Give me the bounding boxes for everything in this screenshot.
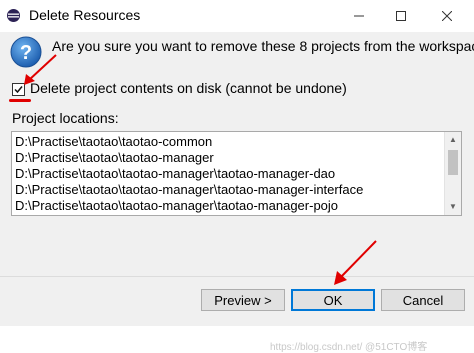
list-scrollbar[interactable]: ▲ ▼	[444, 132, 461, 215]
minimize-icon	[354, 15, 364, 17]
maximize-button[interactable]	[380, 0, 422, 32]
dialog-body: ? Are you sure you want to remove these …	[0, 32, 474, 353]
preview-button[interactable]: Preview >	[201, 289, 285, 311]
close-icon	[442, 11, 452, 21]
project-locations-list[interactable]: D:\Practise\taotao\taotao-common D:\Prac…	[11, 131, 462, 216]
list-item[interactable]: D:\Practise\taotao\taotao-manager\taotao…	[15, 166, 335, 182]
button-separator	[0, 276, 474, 277]
scroll-thumb[interactable]	[448, 150, 458, 175]
maximize-icon	[396, 11, 406, 21]
minimize-button[interactable]	[338, 0, 380, 32]
watermark: https://blog.csdn.net/ @51CTO博客	[270, 342, 428, 353]
confirm-question: Are you sure you want to remove these 8 …	[52, 38, 474, 54]
red-underline-annotation	[9, 99, 31, 102]
red-arrow-annotation-checkbox	[24, 54, 57, 85]
close-button[interactable]	[426, 0, 468, 32]
list-item[interactable]: D:\Practise\taotao\taotao-manager\taotao…	[15, 182, 363, 198]
scroll-down-icon[interactable]: ▼	[445, 199, 461, 215]
eclipse-app-icon	[7, 9, 20, 22]
red-arrow-annotation-ok	[334, 240, 377, 285]
window-title: Delete Resources	[29, 7, 141, 23]
title-bar: Delete Resources	[0, 0, 474, 32]
ok-button[interactable]: OK	[291, 289, 375, 311]
list-item[interactable]: D:\Practise\taotao\taotao-manager	[15, 150, 214, 166]
list-item[interactable]: D:\Practise\taotao\taotao-common	[15, 134, 212, 150]
scroll-up-icon[interactable]: ▲	[445, 132, 461, 148]
cancel-button[interactable]: Cancel	[381, 289, 465, 311]
delete-contents-label[interactable]: Delete project contents on disk (cannot …	[30, 80, 347, 96]
project-locations-label: Project locations:	[12, 110, 119, 126]
list-item[interactable]: D:\Practise\taotao\taotao-manager\taotao…	[15, 198, 338, 214]
